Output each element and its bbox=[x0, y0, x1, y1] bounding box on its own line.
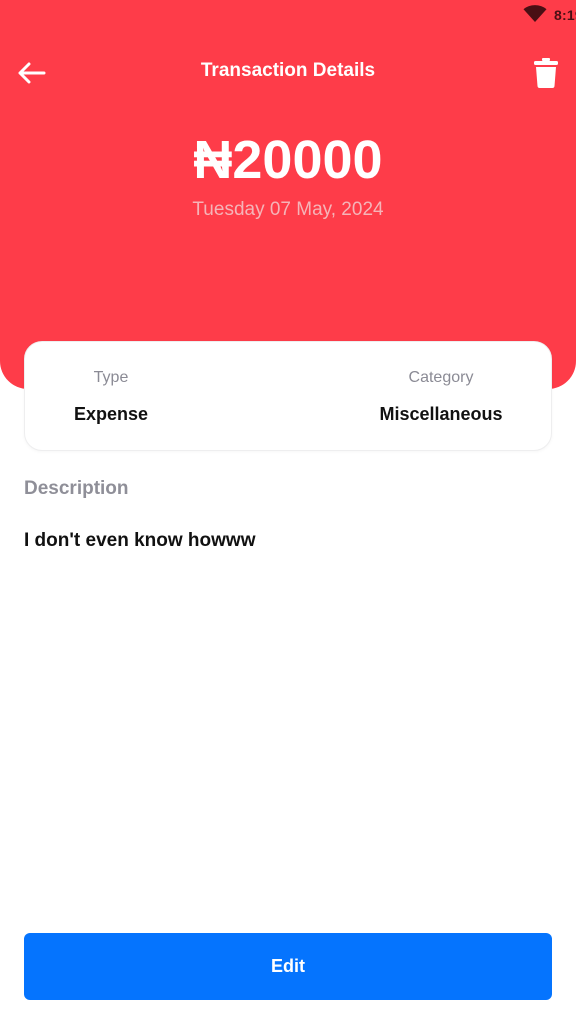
type-column: Type Expense bbox=[51, 342, 171, 450]
edit-button[interactable]: Edit bbox=[24, 933, 552, 1000]
status-bar: 8:19 bbox=[456, 0, 576, 30]
category-value: Miscellaneous bbox=[379, 404, 503, 424]
transaction-amount: ₦20000 bbox=[193, 130, 383, 190]
trash-icon bbox=[534, 58, 558, 88]
category-label: Category bbox=[408, 369, 474, 386]
status-time: 8:19 bbox=[554, 7, 576, 23]
transaction-info-card: Type Expense Category Miscellaneous bbox=[24, 341, 552, 451]
transaction-header: 8:19 Transaction Details ₦20000 Tuesday … bbox=[0, 0, 576, 389]
page-title: Transaction Details bbox=[200, 60, 376, 81]
type-value: Expense bbox=[73, 404, 149, 424]
category-column: Category Miscellaneous bbox=[361, 342, 521, 450]
delete-button[interactable] bbox=[530, 56, 562, 90]
description-text: I don't even know howww bbox=[24, 530, 256, 551]
wifi-icon bbox=[523, 5, 547, 23]
type-label: Type bbox=[93, 369, 129, 386]
description-label: Description bbox=[24, 478, 129, 499]
transaction-date: Tuesday 07 May, 2024 bbox=[192, 199, 384, 220]
